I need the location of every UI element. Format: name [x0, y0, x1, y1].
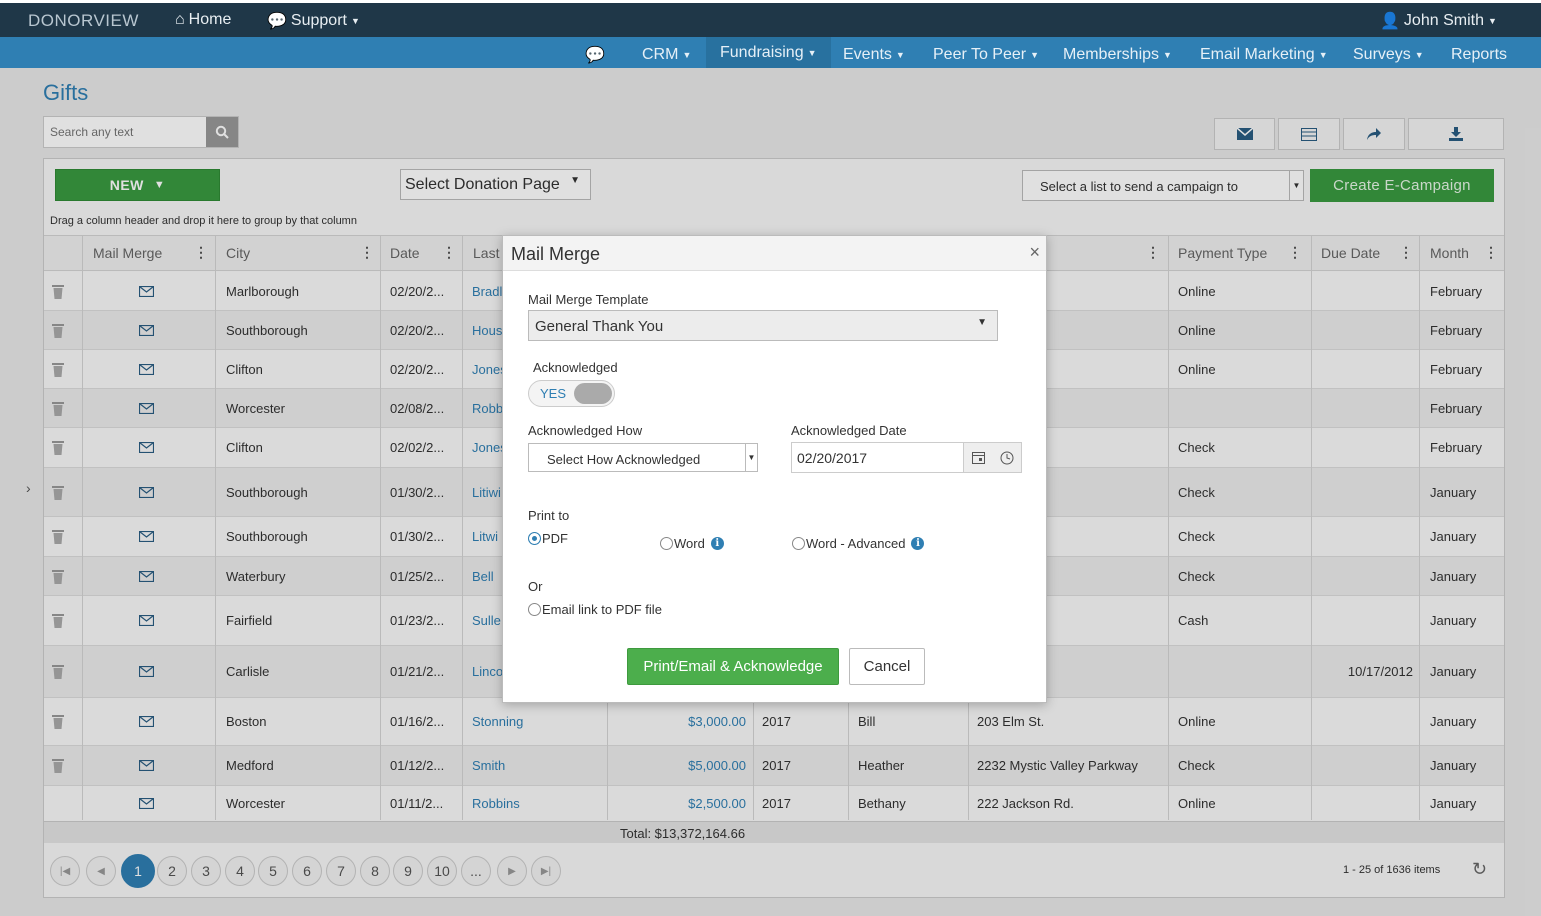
nav-fundraising[interactable]: Fundraising ▼	[706, 37, 831, 68]
top-bar: DONORVIEW ⌂ Home 💬 Support ▼ 👤 John Smit…	[0, 0, 1541, 37]
nav-email-marketing[interactable]: Email Marketing ▼	[1200, 42, 1328, 68]
chevron-down-icon: ▼	[1318, 50, 1328, 60]
radio-pdf[interactable]: PDF	[528, 531, 568, 546]
nav-peer-to-peer[interactable]: Peer To Peer ▼	[933, 42, 1039, 68]
dialog-title: Mail Merge	[511, 244, 601, 264]
nav-reports[interactable]: Reports	[1451, 42, 1507, 68]
radio-circle	[792, 537, 805, 550]
nav-label: Fundraising	[720, 43, 804, 61]
chevron-down-icon: ▼	[745, 444, 757, 471]
chevron-down-icon: ▼	[682, 50, 692, 60]
nav-memberships[interactable]: Memberships ▼	[1063, 42, 1172, 68]
home-link[interactable]: ⌂ Home	[175, 11, 231, 29]
toggle-yes-label: YES	[540, 386, 567, 401]
chevron-down-icon: ▼	[1414, 50, 1424, 60]
acknowledged-how-select[interactable]: Select How Acknowledged ▼	[528, 443, 758, 472]
nav-label: CRM	[642, 46, 679, 63]
how-label: Acknowledged How	[528, 423, 643, 438]
nav-label: Memberships	[1063, 46, 1160, 63]
toggle-knob	[574, 383, 612, 404]
template-value: General Thank You	[535, 318, 664, 335]
home-label: Home	[188, 11, 232, 28]
radio-circle	[528, 603, 541, 616]
nav-label: Email Marketing	[1200, 46, 1315, 63]
chat-icon: 💬	[267, 13, 287, 30]
support-label: Support	[290, 12, 347, 29]
home-icon: ⌂	[175, 11, 185, 28]
chevron-down-icon: ▼	[1487, 16, 1497, 26]
dialog-header: Mail Merge ×	[503, 236, 1046, 271]
radio-email-link[interactable]: Email link to PDF file	[528, 602, 662, 617]
chat-nav-icon[interactable]: 💬	[585, 42, 605, 68]
nav-label: Events	[843, 46, 892, 63]
radio-label: Email link to PDF file	[542, 602, 662, 617]
cancel-button[interactable]: Cancel	[849, 648, 925, 685]
user-name: John Smith	[1403, 12, 1484, 29]
app-logo[interactable]: DONORVIEW	[28, 11, 139, 31]
nav-label: Reports	[1451, 46, 1508, 63]
radio-label: PDF	[542, 531, 568, 546]
main-nav: 💬 CRM ▼ Fundraising ▼ Events ▼ Peer To Peer…	[0, 37, 1541, 68]
support-menu[interactable]: 💬 Support ▼	[267, 11, 360, 31]
radio-label: Word	[674, 536, 705, 551]
close-icon[interactable]: ×	[1029, 242, 1040, 263]
radio-circle	[660, 537, 673, 550]
user-icon: 👤	[1380, 13, 1400, 30]
template-select[interactable]: General Thank You ▼	[528, 310, 998, 341]
info-icon[interactable]: i	[911, 537, 925, 550]
radio-circle-selected	[528, 532, 541, 545]
or-label: Or	[528, 579, 543, 594]
chevron-down-icon: ▼	[977, 317, 987, 328]
date-label: Acknowledged Date	[791, 423, 907, 438]
date-picker-buttons	[963, 443, 1021, 472]
date-input[interactable]	[792, 443, 962, 472]
radio-word[interactable]: Word i	[660, 536, 724, 551]
print-email-acknowledge-button[interactable]: Print/Email & Acknowledge	[627, 648, 839, 685]
nav-surveys[interactable]: Surveys ▼	[1353, 42, 1424, 68]
user-menu[interactable]: 👤 John Smith ▼	[1380, 11, 1497, 31]
acknowledged-date-field	[791, 442, 1022, 473]
calendar-icon[interactable]	[971, 451, 985, 464]
acknowledged-label: Acknowledged	[533, 360, 618, 375]
nav-events[interactable]: Events ▼	[843, 42, 905, 68]
chevron-down-icon: ▼	[807, 47, 817, 58]
acknowledged-toggle[interactable]: YES	[528, 380, 615, 407]
mail-merge-dialog: Mail Merge × Mail Merge Template General…	[502, 235, 1047, 703]
nav-label: Surveys	[1353, 46, 1411, 63]
info-icon[interactable]: i	[710, 537, 724, 550]
chevron-down-icon: ▼	[1163, 50, 1172, 60]
radio-label: Word - Advanced	[806, 536, 906, 551]
radio-word-advanced[interactable]: Word - Advanced i	[792, 536, 925, 551]
chevron-down-icon: ▼	[1030, 50, 1040, 60]
chevron-down-icon: ▼	[350, 16, 360, 26]
how-value: Select How Acknowledged	[547, 452, 701, 467]
nav-label: Peer To Peer	[933, 46, 1027, 63]
template-label: Mail Merge Template	[528, 292, 649, 307]
nav-crm[interactable]: CRM ▼	[642, 42, 691, 68]
clock-icon[interactable]	[1000, 451, 1014, 465]
chevron-down-icon: ▼	[895, 50, 905, 60]
print-to-label: Print to	[528, 508, 570, 523]
